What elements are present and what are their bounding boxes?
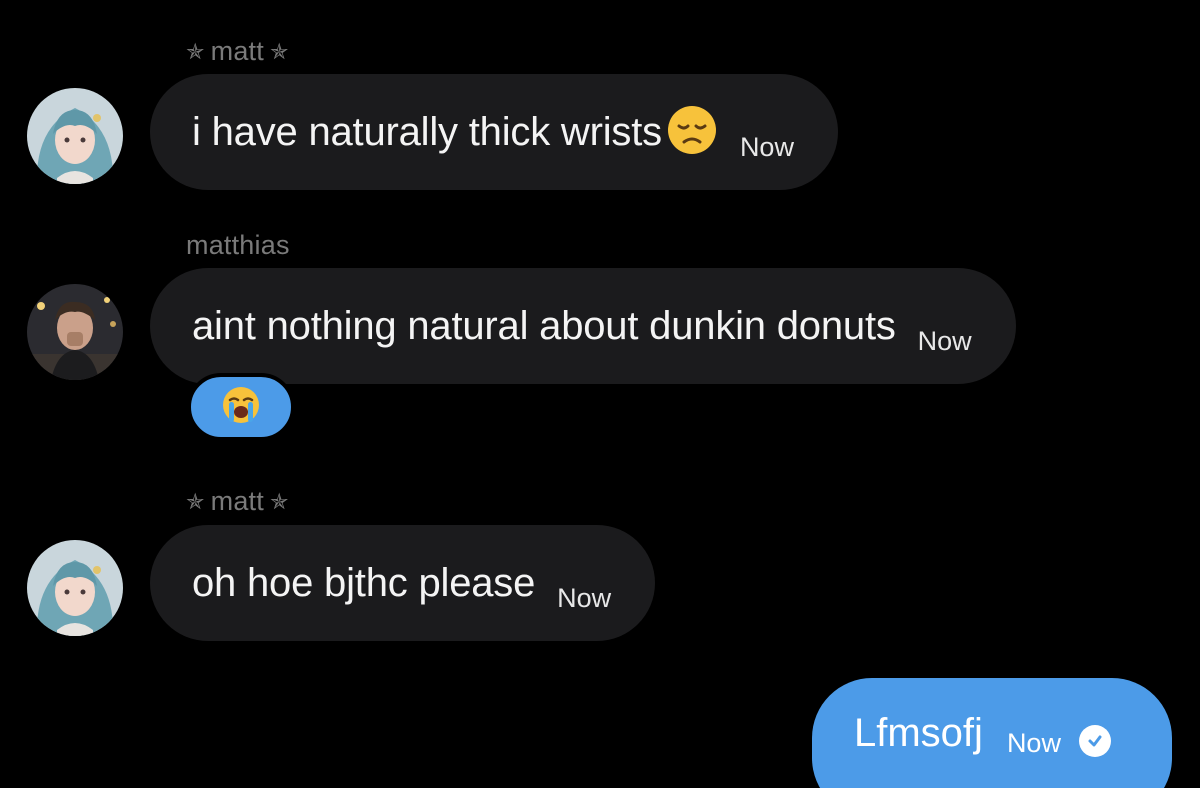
loudly-crying-face-icon: [221, 385, 261, 430]
star-icon: ✯: [269, 488, 289, 514]
message-bubble[interactable]: aint nothing natural about dunkin donuts…: [150, 268, 1016, 384]
message-text: Lfmsofj: [854, 710, 983, 755]
message-text: oh hoe bjthc please: [192, 560, 536, 605]
sender-name: matthias: [186, 230, 290, 261]
star-icon: ✯: [186, 38, 205, 64]
message-text: aint nothing natural about dunkin donuts: [192, 303, 896, 348]
message-time: Now: [917, 325, 972, 356]
message-reaction[interactable]: [187, 373, 295, 441]
sender-label: matthias: [186, 230, 290, 260]
sender-name: ✯ matt ✯: [186, 486, 289, 517]
avatar[interactable]: [27, 88, 123, 184]
star-icon: ✯: [186, 488, 205, 514]
avatar[interactable]: [27, 284, 123, 380]
message-bubble[interactable]: oh hoe bjthc please Now: [150, 525, 656, 641]
disappointed-face-icon: [666, 104, 718, 161]
message-time: Now: [557, 582, 612, 613]
sender-label: matt: [210, 486, 264, 516]
message-bubble[interactable]: i have naturally thick wrists Now: [150, 74, 838, 190]
star-icon: ✯: [269, 38, 289, 64]
avatar[interactable]: [27, 540, 123, 636]
sender-label: matt: [210, 36, 264, 66]
outgoing-message-bubble[interactable]: Lfmsofj Now: [812, 678, 1172, 788]
sender-name: ✯ matt ✯: [186, 36, 289, 67]
message-time: Now: [1006, 727, 1061, 758]
message-text: i have naturally thick wrists: [192, 109, 662, 154]
read-check-icon: [1078, 725, 1111, 757]
message-time: Now: [739, 131, 794, 162]
